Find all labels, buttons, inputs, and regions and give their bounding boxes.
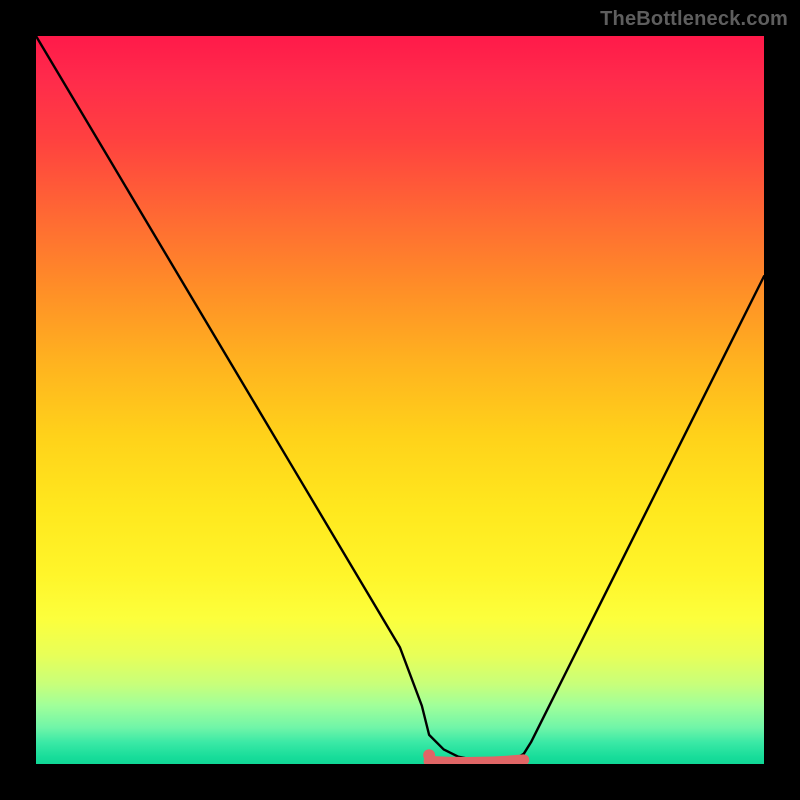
optimal-start-dot: [423, 749, 435, 761]
optimal-range-highlight: [429, 760, 524, 763]
bottleneck-curve: [36, 36, 764, 761]
plot-area: [36, 36, 764, 764]
chart-frame: TheBottleneck.com: [0, 0, 800, 800]
chart-svg: [36, 36, 764, 764]
watermark-text: TheBottleneck.com: [600, 8, 788, 31]
